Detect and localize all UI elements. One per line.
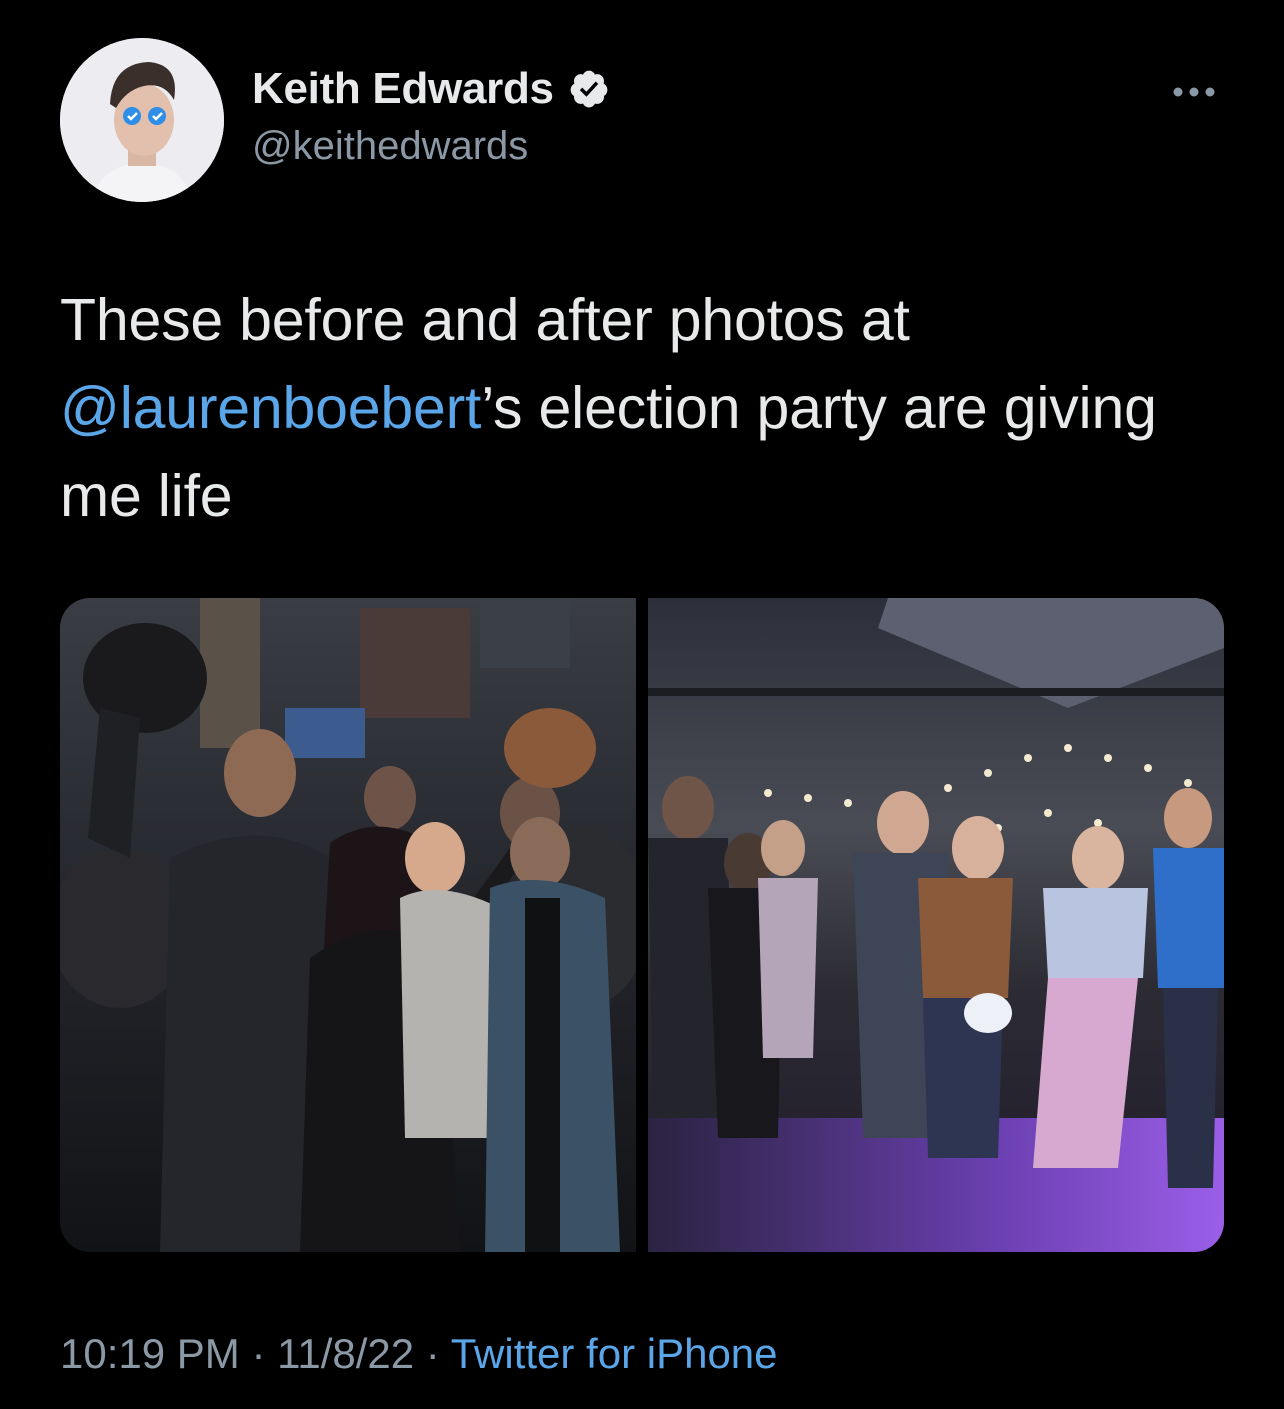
meta-separator: ·	[239, 1330, 278, 1377]
more-options-button[interactable]	[1168, 72, 1220, 112]
tweet: Keith Edwards @keithedwards These before…	[0, 0, 1284, 1409]
meta-separator: ·	[414, 1330, 451, 1377]
avatar[interactable]	[60, 38, 224, 202]
media-grid	[60, 598, 1224, 1252]
media-photo-after[interactable]	[648, 598, 1224, 1252]
verified-badge-icon	[570, 70, 608, 108]
author-handle[interactable]: @keithedwards	[252, 124, 528, 169]
more-dots-icon	[1173, 87, 1215, 97]
tweet-time[interactable]: 10:19 PM	[60, 1330, 240, 1377]
tweet-source-link[interactable]: Twitter for iPhone	[451, 1330, 778, 1377]
photo-after-icon	[648, 598, 1224, 1252]
photo-before-icon	[60, 598, 636, 1252]
tweet-text: These before and after photos at @lauren…	[60, 276, 1230, 540]
avatar-photo-icon	[60, 38, 224, 202]
display-name[interactable]: Keith Edwards	[252, 64, 554, 114]
author-name-row[interactable]: Keith Edwards	[252, 64, 610, 114]
mention-link[interactable]: @laurenboebert	[60, 375, 481, 441]
tweet-meta: 10:19 PM · 11/8/22 · Twitter for iPhone	[60, 1330, 778, 1378]
tweet-date[interactable]: 11/8/22	[277, 1330, 414, 1377]
tweet-text-part-1: These before and after photos at	[60, 287, 910, 353]
media-photo-before[interactable]	[60, 598, 636, 1252]
